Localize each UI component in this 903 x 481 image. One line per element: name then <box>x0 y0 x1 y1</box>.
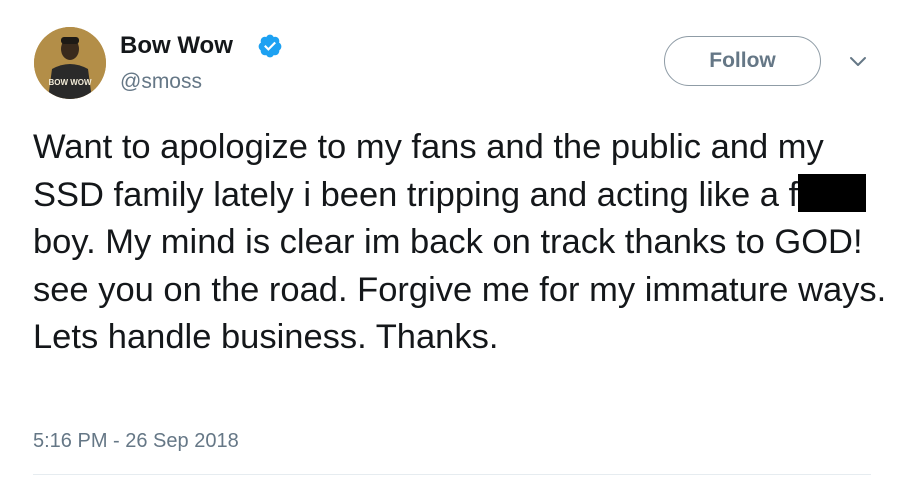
user-handle[interactable]: @smoss <box>120 70 202 94</box>
censor-bar <box>798 173 867 212</box>
avatar-caption: BOW WOW <box>48 78 92 87</box>
display-name[interactable]: Bow Wow <box>120 32 233 60</box>
tweet-text: Want to apologize to my fans and the pub… <box>33 124 893 362</box>
avatar-image: BOW WOW <box>34 27 106 99</box>
chevron-down-icon[interactable] <box>849 56 867 68</box>
tweet-timestamp[interactable]: 5:16 PM - 26 Sep 2018 <box>33 429 239 453</box>
verified-badge-icon <box>258 34 282 58</box>
avatar[interactable]: BOW WOW <box>34 27 106 99</box>
tweet-card: BOW WOW Bow Wow @smoss Follow Want to ap… <box>0 0 903 481</box>
divider <box>33 474 871 475</box>
tweet-text-part-1: Want to apologize to my fans and the pub… <box>33 128 824 214</box>
tweet-text-part-2: boy. My mind is clear im back on track t… <box>33 223 887 356</box>
follow-button[interactable]: Follow <box>664 36 821 86</box>
